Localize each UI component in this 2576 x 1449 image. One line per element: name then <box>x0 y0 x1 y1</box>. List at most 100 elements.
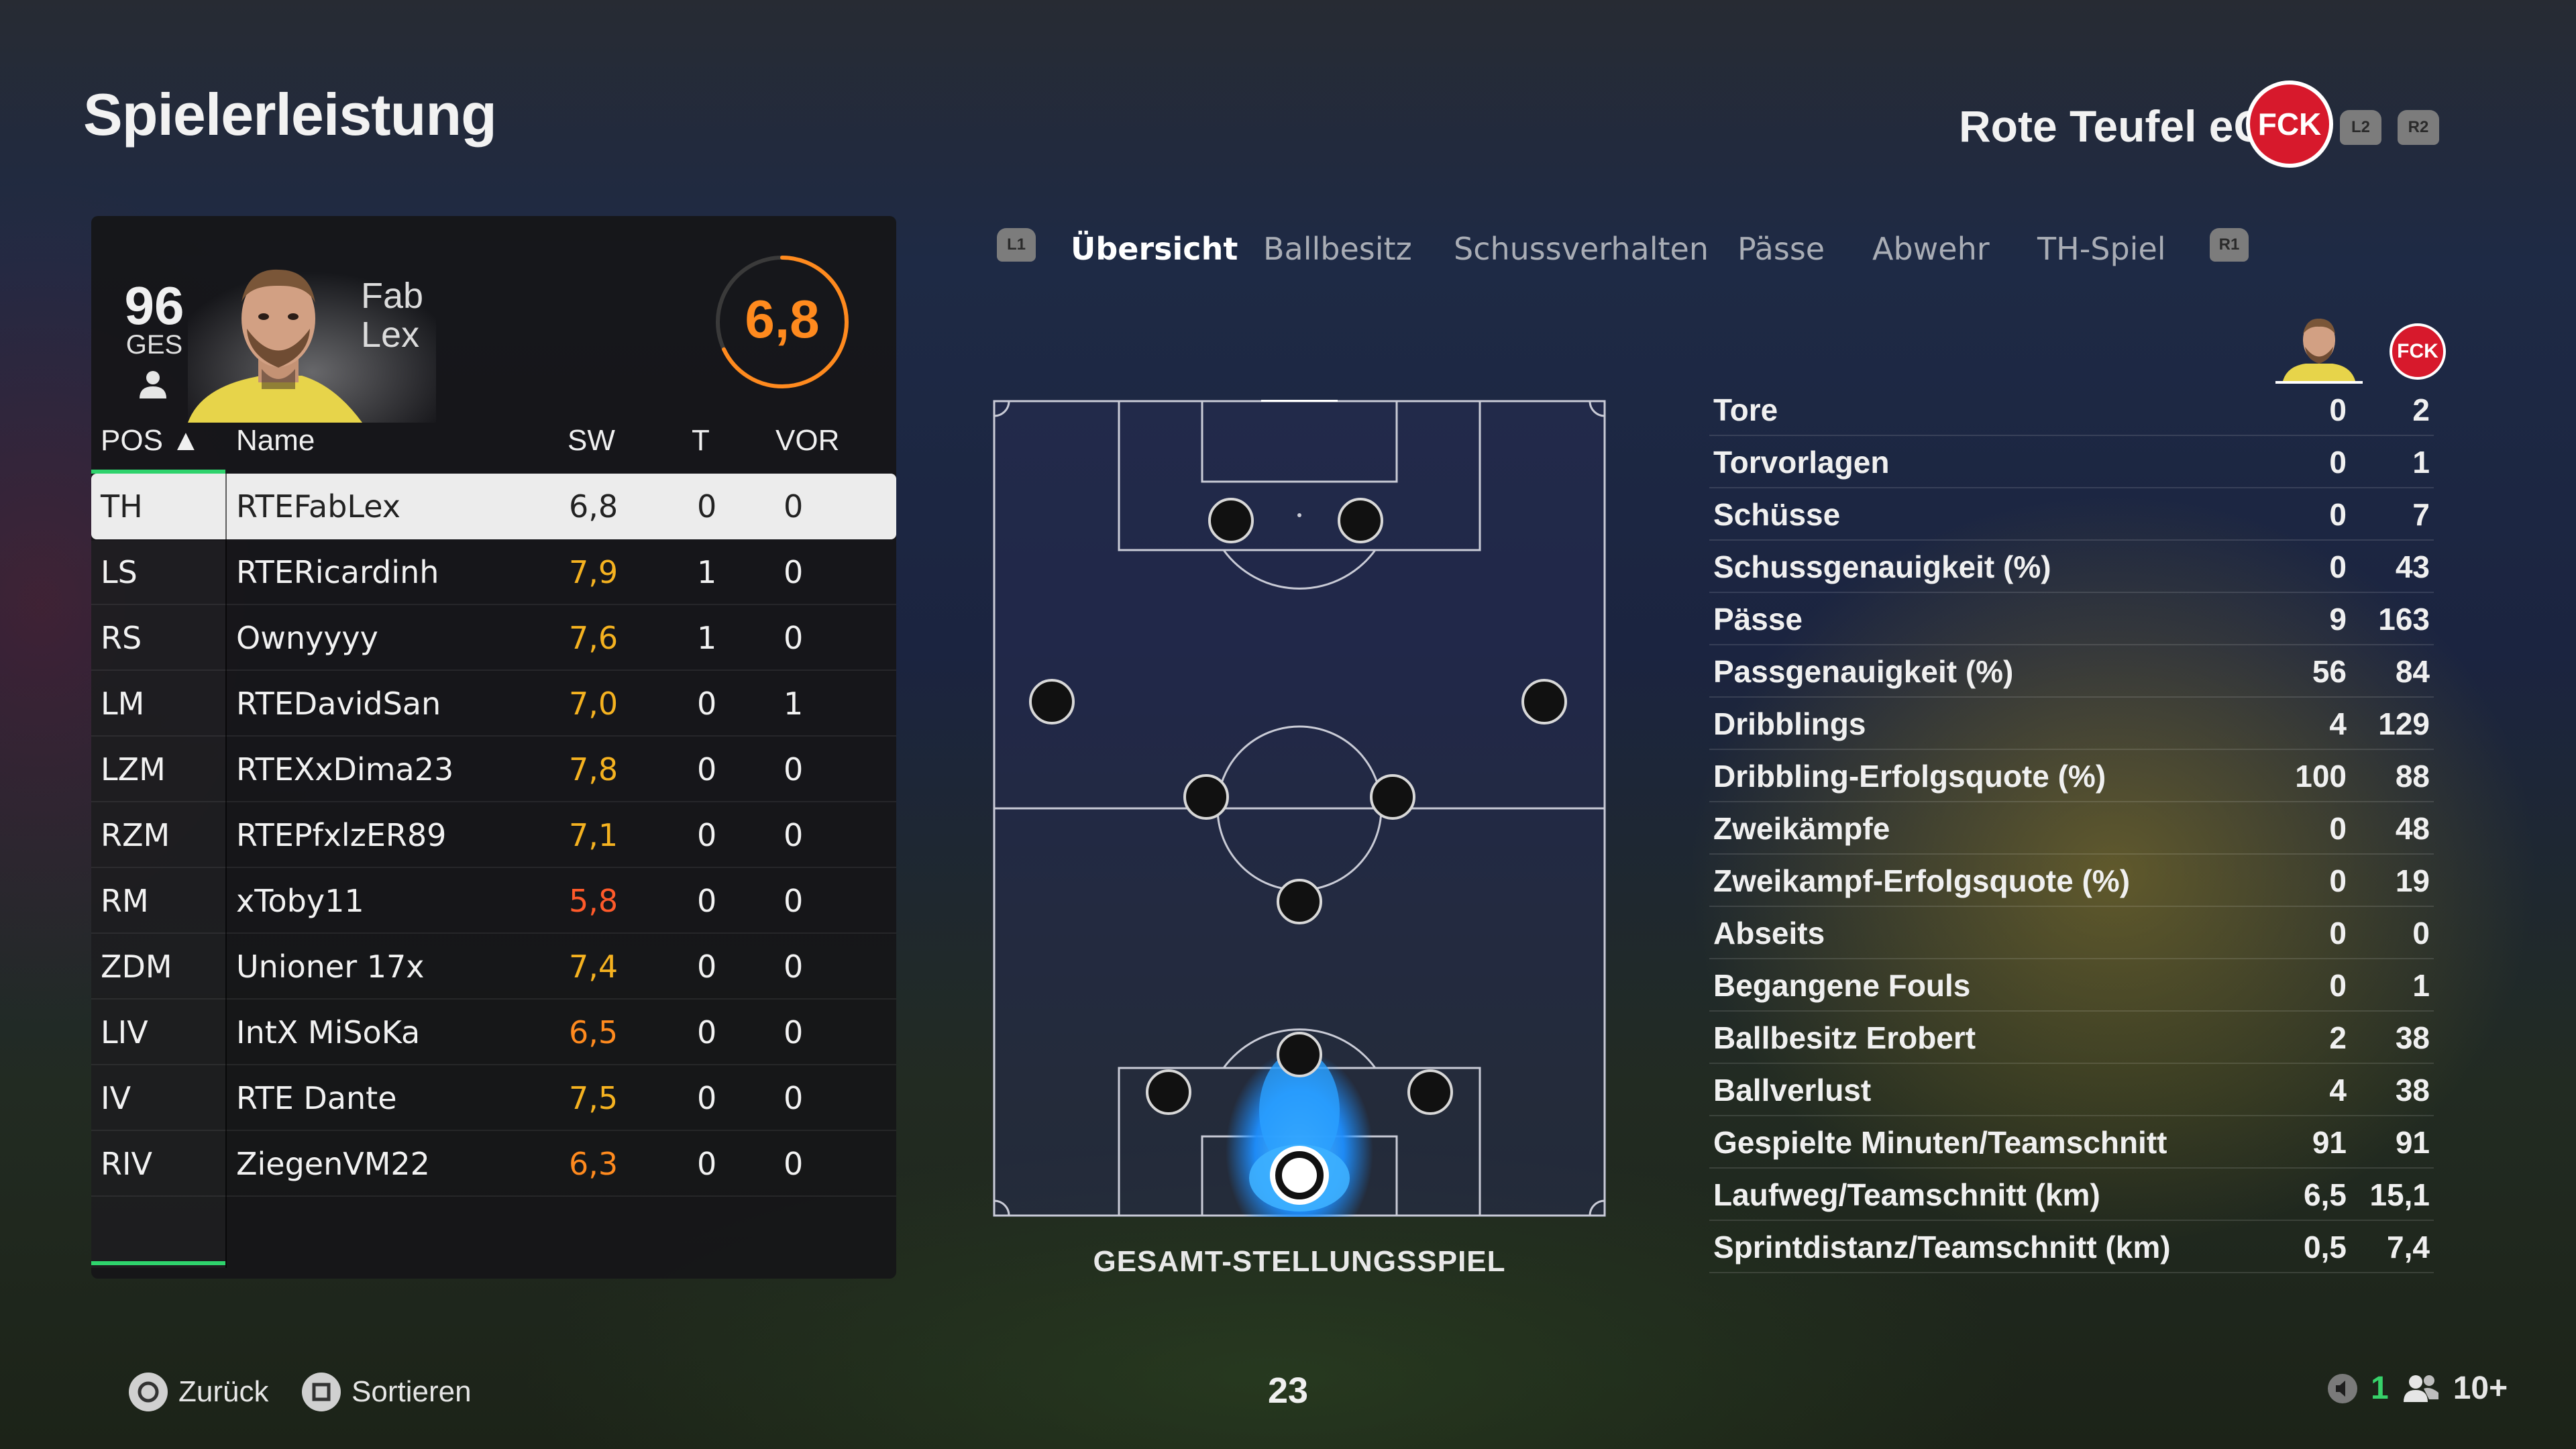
table-row[interactable]: RS Ownyyyy 7,6 1 0 <box>91 605 896 671</box>
stat-team-value: 88 <box>2395 759 2430 794</box>
row-vor: 1 <box>784 686 804 722</box>
table-row[interactable]: LIV IntX MiSoKa 6,5 0 0 <box>91 1000 896 1065</box>
row-name: Unioner 17x <box>236 949 425 985</box>
sw-header[interactable]: SW <box>568 424 615 458</box>
table-row[interactable]: RZM RTEPfxlzER89 7,1 0 0 <box>91 802 896 868</box>
stat-row: Zweikampf-Erfolgsquote (%) 0 19 <box>1709 855 2434 907</box>
row-pos: LS <box>101 554 138 590</box>
stat-row: Begangene Fouls 0 1 <box>1709 959 2434 1012</box>
stat-label: Torvorlagen <box>1713 445 1890 480</box>
table-row[interactable]: LZM RTEXxDima23 7,8 0 0 <box>91 737 896 802</box>
club-logo: FCK <box>2246 80 2333 168</box>
stat-player-value: 0 <box>2329 811 2347 846</box>
column-divider <box>225 474 227 1268</box>
stat-row: Dribblings 4 129 <box>1709 698 2434 750</box>
stat-row: Sprintdistanz/Teamschnitt (km) 0,5 7,4 <box>1709 1221 2434 1273</box>
row-pos: LM <box>101 686 145 722</box>
circle-button-icon <box>129 1373 168 1411</box>
stat-player-value: 91 <box>2312 1125 2347 1160</box>
table-row[interactable]: RM xToby11 5,8 0 0 <box>91 868 896 934</box>
row-vor: 0 <box>784 620 804 656</box>
stat-team-value: 48 <box>2395 811 2430 846</box>
r1-button-icon[interactable]: R1 <box>2210 228 2249 262</box>
stat-label: Schussgenauigkeit (%) <box>1713 549 2051 584</box>
pos-header[interactable]: POS ▲ <box>101 424 201 458</box>
row-vor: 0 <box>784 554 804 590</box>
l2-button-icon[interactable]: L2 <box>2340 110 2381 145</box>
table-row[interactable]: ZDM Unioner 17x 7,4 0 0 <box>91 934 896 1000</box>
club-name: Rote Teufel eC <box>1959 101 2266 151</box>
row-t: 0 <box>697 751 717 788</box>
table-row[interactable]: TH RTEFabLex 6,8 0 0 <box>91 474 896 539</box>
row-t: 0 <box>697 949 717 985</box>
t-header[interactable]: T <box>692 424 710 458</box>
mute-icon <box>2328 1373 2357 1403</box>
stat-label: Begangene Fouls <box>1713 968 1971 1003</box>
stat-player-value: 6,5 <box>2304 1177 2347 1212</box>
stat-row: Ballverlust 4 38 <box>1709 1064 2434 1116</box>
scroll-indicator <box>91 1261 225 1265</box>
page-number: 23 <box>1267 1371 1309 1411</box>
row-vor: 0 <box>784 1080 804 1116</box>
row-vor: 0 <box>784 883 804 919</box>
stat-team-value: 2 <box>2412 392 2430 427</box>
row-pos: RM <box>101 883 149 919</box>
stat-label: Ballbesitz Erobert <box>1713 1020 1976 1055</box>
row-t: 0 <box>697 817 717 853</box>
back-button[interactable]: Zurück <box>129 1373 268 1411</box>
tab-th-spiel[interactable]: TH-Spiel <box>2037 231 2166 267</box>
row-sw: 6,5 <box>569 1014 619 1051</box>
tab-schussverhalten[interactable]: Schussverhalten <box>1454 231 1709 267</box>
stat-row: Gespielte Minuten/Teamschnitt 91 91 <box>1709 1116 2434 1169</box>
l1-button-icon[interactable]: L1 <box>997 228 1036 262</box>
table-row[interactable]: RIV ZiegenVM22 6,3 0 0 <box>91 1131 896 1197</box>
r2-button-icon[interactable]: R2 <box>2398 110 2439 145</box>
stat-player-value: 0 <box>2329 916 2347 951</box>
row-name: ZiegenVM22 <box>236 1146 430 1182</box>
stat-label: Pässe <box>1713 602 1803 637</box>
stat-label: Zweikampf-Erfolgsquote (%) <box>1713 863 2131 898</box>
stat-team-value: 163 <box>2378 602 2430 637</box>
stat-row: Schüsse 0 7 <box>1709 488 2434 541</box>
row-t: 0 <box>697 686 717 722</box>
stat-player-value: 0 <box>2329 549 2347 584</box>
tab-paesse[interactable]: Pässe <box>1737 231 1825 267</box>
sort-button[interactable]: Sortieren <box>302 1373 472 1411</box>
sort-label: Sortieren <box>352 1375 472 1408</box>
row-sw: 7,8 <box>569 751 619 788</box>
stat-team-value: 43 <box>2395 549 2430 584</box>
tab-ballbesitz[interactable]: Ballbesitz <box>1263 231 1412 267</box>
footer-status: 1 10+ <box>2326 1370 2508 1407</box>
row-sw: 6,8 <box>569 488 619 525</box>
row-name: xToby11 <box>236 883 364 919</box>
stat-row: Laufweg/Teamschnitt (km) 6,5 15,1 <box>1709 1169 2434 1221</box>
tab-uebersicht[interactable]: Übersicht <box>1071 231 1238 267</box>
team-stats-logo: FCK <box>2390 323 2446 380</box>
player-stats-avatar <box>2275 318 2363 384</box>
row-vor: 0 <box>784 488 804 525</box>
player-marker-lm <box>1029 679 1075 724</box>
row-sw: 7,5 <box>569 1080 619 1116</box>
player-marker-iv <box>1277 1032 1322 1077</box>
stat-player-value: 2 <box>2329 1020 2347 1055</box>
player-marker-rzm <box>1370 774 1415 820</box>
players-icon <box>2403 1375 2438 1402</box>
table-row[interactable]: LM RTEDavidSan 7,0 0 1 <box>91 671 896 737</box>
row-t: 0 <box>697 883 717 919</box>
table-row[interactable]: IV RTE Dante 7,5 0 0 <box>91 1065 896 1131</box>
player-marker-riv <box>1407 1069 1453 1115</box>
stat-row: Pässe 9 163 <box>1709 593 2434 645</box>
row-sw: 7,4 <box>569 949 619 985</box>
vor-header[interactable]: VOR <box>775 424 839 458</box>
stat-label: Laufweg/Teamschnitt (km) <box>1713 1177 2100 1212</box>
table-row[interactable]: LS RTERicardinh 7,9 1 0 <box>91 539 896 605</box>
stat-player-value: 0 <box>2329 497 2347 532</box>
stat-team-value: 1 <box>2412 968 2430 1003</box>
stat-player-value: 4 <box>2329 1073 2347 1108</box>
tab-abwehr[interactable]: Abwehr <box>1872 231 1990 267</box>
name-header[interactable]: Name <box>236 424 315 458</box>
row-name: IntX MiSoKa <box>236 1014 421 1051</box>
row-pos: RIV <box>101 1146 152 1182</box>
player-first-name: Fab <box>361 276 424 316</box>
player-marker-liv <box>1146 1069 1191 1115</box>
